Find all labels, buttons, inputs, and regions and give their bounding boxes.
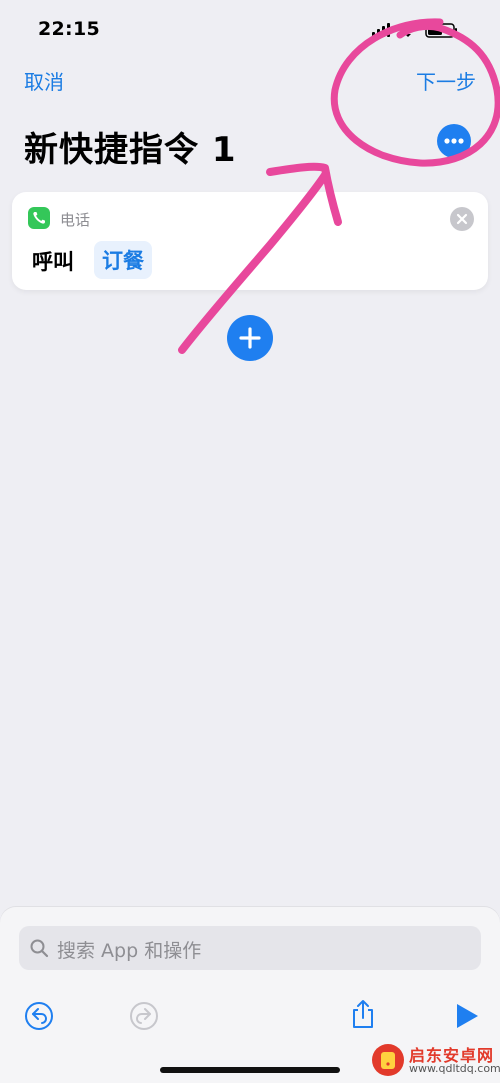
redo-button[interactable]	[127, 999, 161, 1033]
battery-icon	[425, 23, 457, 38]
search-icon	[30, 939, 49, 958]
run-button[interactable]	[450, 999, 484, 1033]
search-field[interactable]: 搜索 App 和操作	[19, 926, 481, 970]
next-button[interactable]: 下一步	[416, 66, 476, 95]
call-action-label: 呼叫	[32, 250, 74, 274]
page-title: 新快捷指令 1	[24, 130, 237, 170]
watermark-url: www.qdltdq.com	[409, 1062, 500, 1075]
card-app-label: 电话	[60, 211, 91, 229]
contact-token[interactable]: 订餐	[94, 241, 152, 279]
undo-icon	[25, 1002, 53, 1030]
phone-icon	[28, 207, 50, 229]
share-icon	[353, 1000, 373, 1028]
redo-icon	[130, 1002, 158, 1030]
bottom-toolbar	[0, 987, 500, 1043]
search-placeholder: 搜索 App 和操作	[57, 940, 202, 962]
add-action-button[interactable]	[227, 315, 273, 361]
status-time: 22:15	[38, 18, 100, 40]
status-icons	[372, 23, 457, 38]
watermark-logo-icon	[372, 1044, 404, 1076]
play-icon	[457, 1004, 478, 1028]
close-icon[interactable]	[450, 207, 474, 231]
wifi-icon	[400, 26, 416, 37]
cancel-button[interactable]: 取消	[24, 66, 64, 95]
share-button[interactable]	[346, 997, 380, 1031]
ellipsis-icon	[444, 138, 464, 144]
undo-button[interactable]	[22, 999, 56, 1033]
more-button[interactable]	[437, 124, 471, 158]
signal-icon	[372, 23, 390, 37]
status-bar: 22:15	[0, 0, 500, 56]
home-indicator	[160, 1067, 340, 1073]
plus-icon	[239, 327, 261, 349]
watermark: 启东安卓网 www.qdltdq.com	[371, 1040, 500, 1080]
call-action-card[interactable]: 电话 呼叫 订餐	[12, 192, 488, 290]
